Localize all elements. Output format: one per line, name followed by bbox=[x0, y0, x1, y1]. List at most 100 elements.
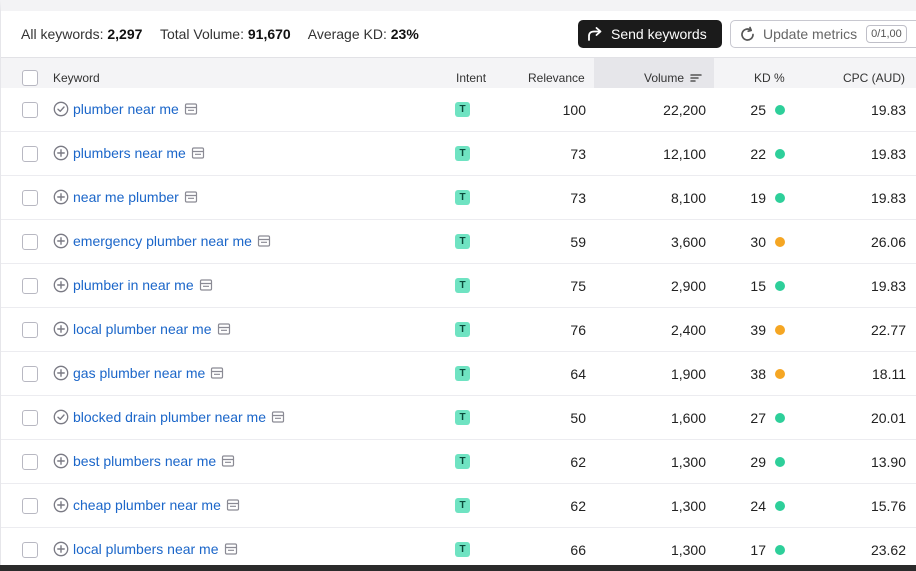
intent-badge: T bbox=[455, 278, 470, 293]
row-checkbox[interactable] bbox=[22, 278, 38, 294]
row-checkbox[interactable] bbox=[22, 366, 38, 382]
cpc-value: 13.90 bbox=[870, 454, 906, 470]
relevance-value: 50 bbox=[570, 410, 586, 426]
add-to-list-icon[interactable] bbox=[53, 365, 69, 381]
intent-badge: T bbox=[455, 454, 470, 469]
serp-preview-icon[interactable] bbox=[210, 366, 224, 380]
relevance-value: 64 bbox=[570, 366, 586, 382]
keyword-link[interactable]: near me plumber bbox=[73, 189, 179, 205]
serp-preview-icon[interactable] bbox=[184, 102, 198, 116]
added-check-icon[interactable] bbox=[53, 409, 69, 425]
relevance-value: 75 bbox=[570, 278, 586, 294]
summary-bar: All keywords: 2,297 Total Volume: 91,670… bbox=[1, 11, 916, 57]
cpc-value: 19.83 bbox=[870, 102, 906, 118]
serp-preview-icon[interactable] bbox=[191, 146, 205, 160]
keyword-cell: cheap plumber near me bbox=[53, 497, 240, 513]
keyword-cell: best plumbers near me bbox=[53, 453, 235, 469]
serp-preview-icon[interactable] bbox=[184, 190, 198, 204]
add-to-list-icon[interactable] bbox=[53, 189, 69, 205]
intent-badge: T bbox=[455, 366, 470, 381]
keyword-link[interactable]: plumber in near me bbox=[73, 277, 194, 293]
keyword-link[interactable]: local plumbers near me bbox=[73, 541, 219, 557]
kd-difficulty-dot bbox=[775, 413, 785, 423]
serp-preview-icon[interactable] bbox=[199, 278, 213, 292]
kd-difficulty-dot bbox=[775, 237, 785, 247]
keyword-cell: blocked drain plumber near me bbox=[53, 409, 285, 425]
keyword-link[interactable]: blocked drain plumber near me bbox=[73, 409, 266, 425]
keyword-link[interactable]: local plumber near me bbox=[73, 321, 212, 337]
keyword-cell: plumber in near me bbox=[53, 277, 213, 293]
keyword-link[interactable]: plumber near me bbox=[73, 101, 179, 117]
table-row: emergency plumber near me T 59 3,600 30 26.06 bbox=[1, 220, 916, 264]
kd-value: 39 bbox=[750, 322, 766, 338]
intent-badge: T bbox=[455, 322, 470, 337]
add-to-list-icon[interactable] bbox=[53, 277, 69, 293]
kd-value: 24 bbox=[750, 498, 766, 514]
send-keywords-button[interactable]: Send keywords bbox=[578, 20, 722, 48]
intent-badge: T bbox=[455, 146, 470, 161]
total-volume-label: Total Volume: bbox=[159, 26, 244, 42]
total-volume-value: 91,670 bbox=[247, 26, 291, 42]
add-to-list-icon[interactable] bbox=[53, 541, 69, 557]
serp-preview-icon[interactable] bbox=[221, 454, 235, 468]
relevance-value: 62 bbox=[570, 498, 586, 514]
cpc-value: 26.06 bbox=[870, 234, 906, 250]
volume-value: 1,300 bbox=[670, 542, 706, 558]
update-metrics-button[interactable]: Update metrics 0/1,00 bbox=[730, 20, 916, 48]
relevance-value: 76 bbox=[570, 322, 586, 338]
volume-value: 12,100 bbox=[663, 146, 706, 162]
cpc-value: 19.83 bbox=[870, 278, 906, 294]
row-checkbox[interactable] bbox=[22, 146, 38, 162]
row-checkbox[interactable] bbox=[22, 542, 38, 558]
add-to-list-icon[interactable] bbox=[53, 453, 69, 469]
summary-stats: All keywords: 2,297 Total Volume: 91,670… bbox=[21, 26, 419, 42]
add-to-list-icon[interactable] bbox=[53, 233, 69, 249]
table-row: near me plumber T 73 8,100 19 19.83 bbox=[1, 176, 916, 220]
keyword-link[interactable]: gas plumber near me bbox=[73, 365, 205, 381]
volume-value: 2,900 bbox=[670, 278, 706, 294]
keyword-link[interactable]: plumbers near me bbox=[73, 145, 186, 161]
relevance-value: 66 bbox=[570, 542, 586, 558]
keyword-link[interactable]: emergency plumber near me bbox=[73, 233, 252, 249]
keyword-cell: gas plumber near me bbox=[53, 365, 224, 381]
volume-value: 1,300 bbox=[670, 454, 706, 470]
kd-value: 38 bbox=[750, 366, 766, 382]
row-checkbox[interactable] bbox=[22, 322, 38, 338]
serp-preview-icon[interactable] bbox=[226, 498, 240, 512]
update-metrics-label: Update metrics bbox=[763, 26, 858, 42]
serp-preview-icon[interactable] bbox=[217, 322, 231, 336]
added-check-icon[interactable] bbox=[53, 101, 69, 117]
row-checkbox[interactable] bbox=[22, 102, 38, 118]
table-row: local plumber near me T 76 2,400 39 22.77 bbox=[1, 308, 916, 352]
row-checkbox[interactable] bbox=[22, 190, 38, 206]
keyword-cell: plumbers near me bbox=[53, 145, 205, 161]
kd-difficulty-dot bbox=[775, 193, 785, 203]
share-arrow-icon bbox=[586, 25, 604, 43]
serp-preview-icon[interactable] bbox=[271, 410, 285, 424]
row-checkbox[interactable] bbox=[22, 234, 38, 250]
table-row: cheap plumber near me T 62 1,300 24 15.76 bbox=[1, 484, 916, 528]
send-keywords-label: Send keywords bbox=[611, 26, 707, 42]
keyword-table-panel: All keywords: 2,297 Total Volume: 91,670… bbox=[0, 0, 916, 571]
cpc-value: 18.11 bbox=[872, 366, 906, 382]
relevance-value: 100 bbox=[562, 102, 586, 118]
volume-value: 8,100 bbox=[670, 190, 706, 206]
intent-badge: T bbox=[455, 234, 470, 249]
kd-difficulty-dot bbox=[775, 545, 785, 555]
table-row: gas plumber near me T 64 1,900 38 18.11 bbox=[1, 352, 916, 396]
keyword-link[interactable]: best plumbers near me bbox=[73, 453, 216, 469]
serp-preview-icon[interactable] bbox=[224, 542, 238, 556]
keyword-link[interactable]: cheap plumber near me bbox=[73, 497, 221, 513]
bottom-divider bbox=[0, 565, 916, 571]
add-to-list-icon[interactable] bbox=[53, 145, 69, 161]
row-checkbox[interactable] bbox=[22, 498, 38, 514]
select-all-checkbox[interactable] bbox=[22, 70, 38, 86]
serp-preview-icon[interactable] bbox=[257, 234, 271, 248]
table-row: best plumbers near me T 62 1,300 29 13.90 bbox=[1, 440, 916, 484]
kd-value: 27 bbox=[750, 410, 766, 426]
add-to-list-icon[interactable] bbox=[53, 321, 69, 337]
kd-difficulty-dot bbox=[775, 105, 785, 115]
row-checkbox[interactable] bbox=[22, 454, 38, 470]
row-checkbox[interactable] bbox=[22, 410, 38, 426]
add-to-list-icon[interactable] bbox=[53, 497, 69, 513]
